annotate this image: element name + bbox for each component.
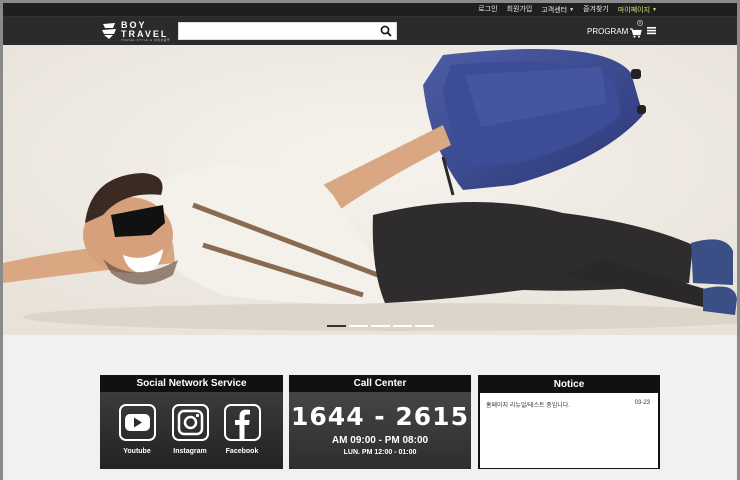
top-utility-bar: 로그인 회원가입 고객센터 ▼ 즐겨찾기 마이페이지 ▼	[3, 3, 737, 17]
logo-tagline: TRAVEL STYLE & 여행상품몰	[121, 38, 171, 42]
search-input[interactable]	[179, 23, 375, 39]
notice-panel: Notice 홈페이지 리뉴얼/테스트 중입니다. 03-23	[478, 375, 660, 469]
facebook-label: Facebook	[225, 448, 259, 455]
chevron-down-icon: ▼	[569, 7, 575, 13]
mypage-link[interactable]: 마이페이지 ▼	[618, 5, 657, 16]
sns-panel: Social Network Service Youtube Instagram	[100, 375, 283, 469]
notice-body: 홈페이지 리뉴얼/테스트 중입니다. 03-23	[480, 393, 658, 468]
search-box	[178, 22, 397, 40]
call-center-title: Call Center	[289, 375, 471, 392]
notice-title: Notice	[479, 376, 659, 393]
slider-pagination	[327, 325, 434, 327]
youtube-link[interactable]: Youtube	[117, 404, 157, 455]
slider-dot[interactable]	[327, 325, 346, 327]
cart-button[interactable]: 0	[630, 20, 643, 38]
instagram-label: Instagram	[173, 448, 207, 455]
notice-item-date: 03-23	[634, 400, 650, 406]
hamburger-menu-icon[interactable]	[647, 26, 656, 35]
youtube-icon	[118, 404, 156, 441]
bookmark-link[interactable]: 즐겨찾기	[583, 5, 609, 16]
youtube-label: Youtube	[123, 448, 151, 455]
hero-slider[interactable]	[3, 45, 737, 335]
call-center-hours: AM 09:00 - PM 08:00	[331, 435, 429, 446]
page-frame: 로그인 회원가입 고객센터 ▼ 즐겨찾기 마이페이지 ▼ BOY TRAVEL TR…	[3, 3, 737, 480]
slider-dot[interactable]	[415, 325, 434, 327]
instagram-link[interactable]: Instagram	[170, 404, 210, 455]
call-center-number: 1644 - 2615	[291, 402, 469, 431]
call-center-lunch: LUN. PM 12:00 - 01:00	[343, 449, 417, 456]
customer-center-link[interactable]: 고객센터 ▼	[541, 5, 574, 16]
sns-body: Youtube Instagram Facebook	[100, 392, 283, 469]
logo-mark-icon	[102, 23, 116, 39]
facebook-link[interactable]: Facebook	[222, 404, 262, 455]
call-center-body: 1644 - 2615 AM 09:00 - PM 08:00 LUN. PM …	[289, 392, 471, 469]
search-icon[interactable]	[380, 25, 392, 37]
program-link[interactable]: PROGRAM	[587, 27, 628, 36]
slider-dot[interactable]	[349, 325, 368, 327]
cart-count-badge: 0	[637, 20, 643, 26]
instagram-icon	[171, 404, 209, 441]
notice-item-text: 홈페이지 리뉴얼/테스트 중입니다.	[486, 403, 570, 409]
login-link[interactable]: 로그인	[478, 5, 497, 16]
notice-item[interactable]: 홈페이지 리뉴얼/테스트 중입니다. 03-23	[486, 400, 650, 409]
slider-dot[interactable]	[393, 325, 412, 327]
call-center-panel: Call Center 1644 - 2615 AM 09:00 - PM 08…	[289, 375, 471, 469]
cart-icon	[630, 28, 642, 38]
main-header: BOY TRAVEL TRAVEL STYLE & 여행상품몰 PROGRAM …	[3, 17, 737, 45]
utility-links: 로그인 회원가입 고객센터 ▼ 즐겨찾기 마이페이지 ▼	[478, 5, 657, 16]
hero-image	[3, 45, 737, 335]
sns-title: Social Network Service	[100, 375, 283, 392]
slider-dot[interactable]	[371, 325, 390, 327]
signup-link[interactable]: 회원가입	[507, 5, 533, 16]
site-logo[interactable]: BOY TRAVEL TRAVEL STYLE & 여행상품몰	[101, 19, 171, 44]
chevron-down-icon: ▼	[652, 7, 657, 13]
facebook-icon	[223, 404, 261, 441]
